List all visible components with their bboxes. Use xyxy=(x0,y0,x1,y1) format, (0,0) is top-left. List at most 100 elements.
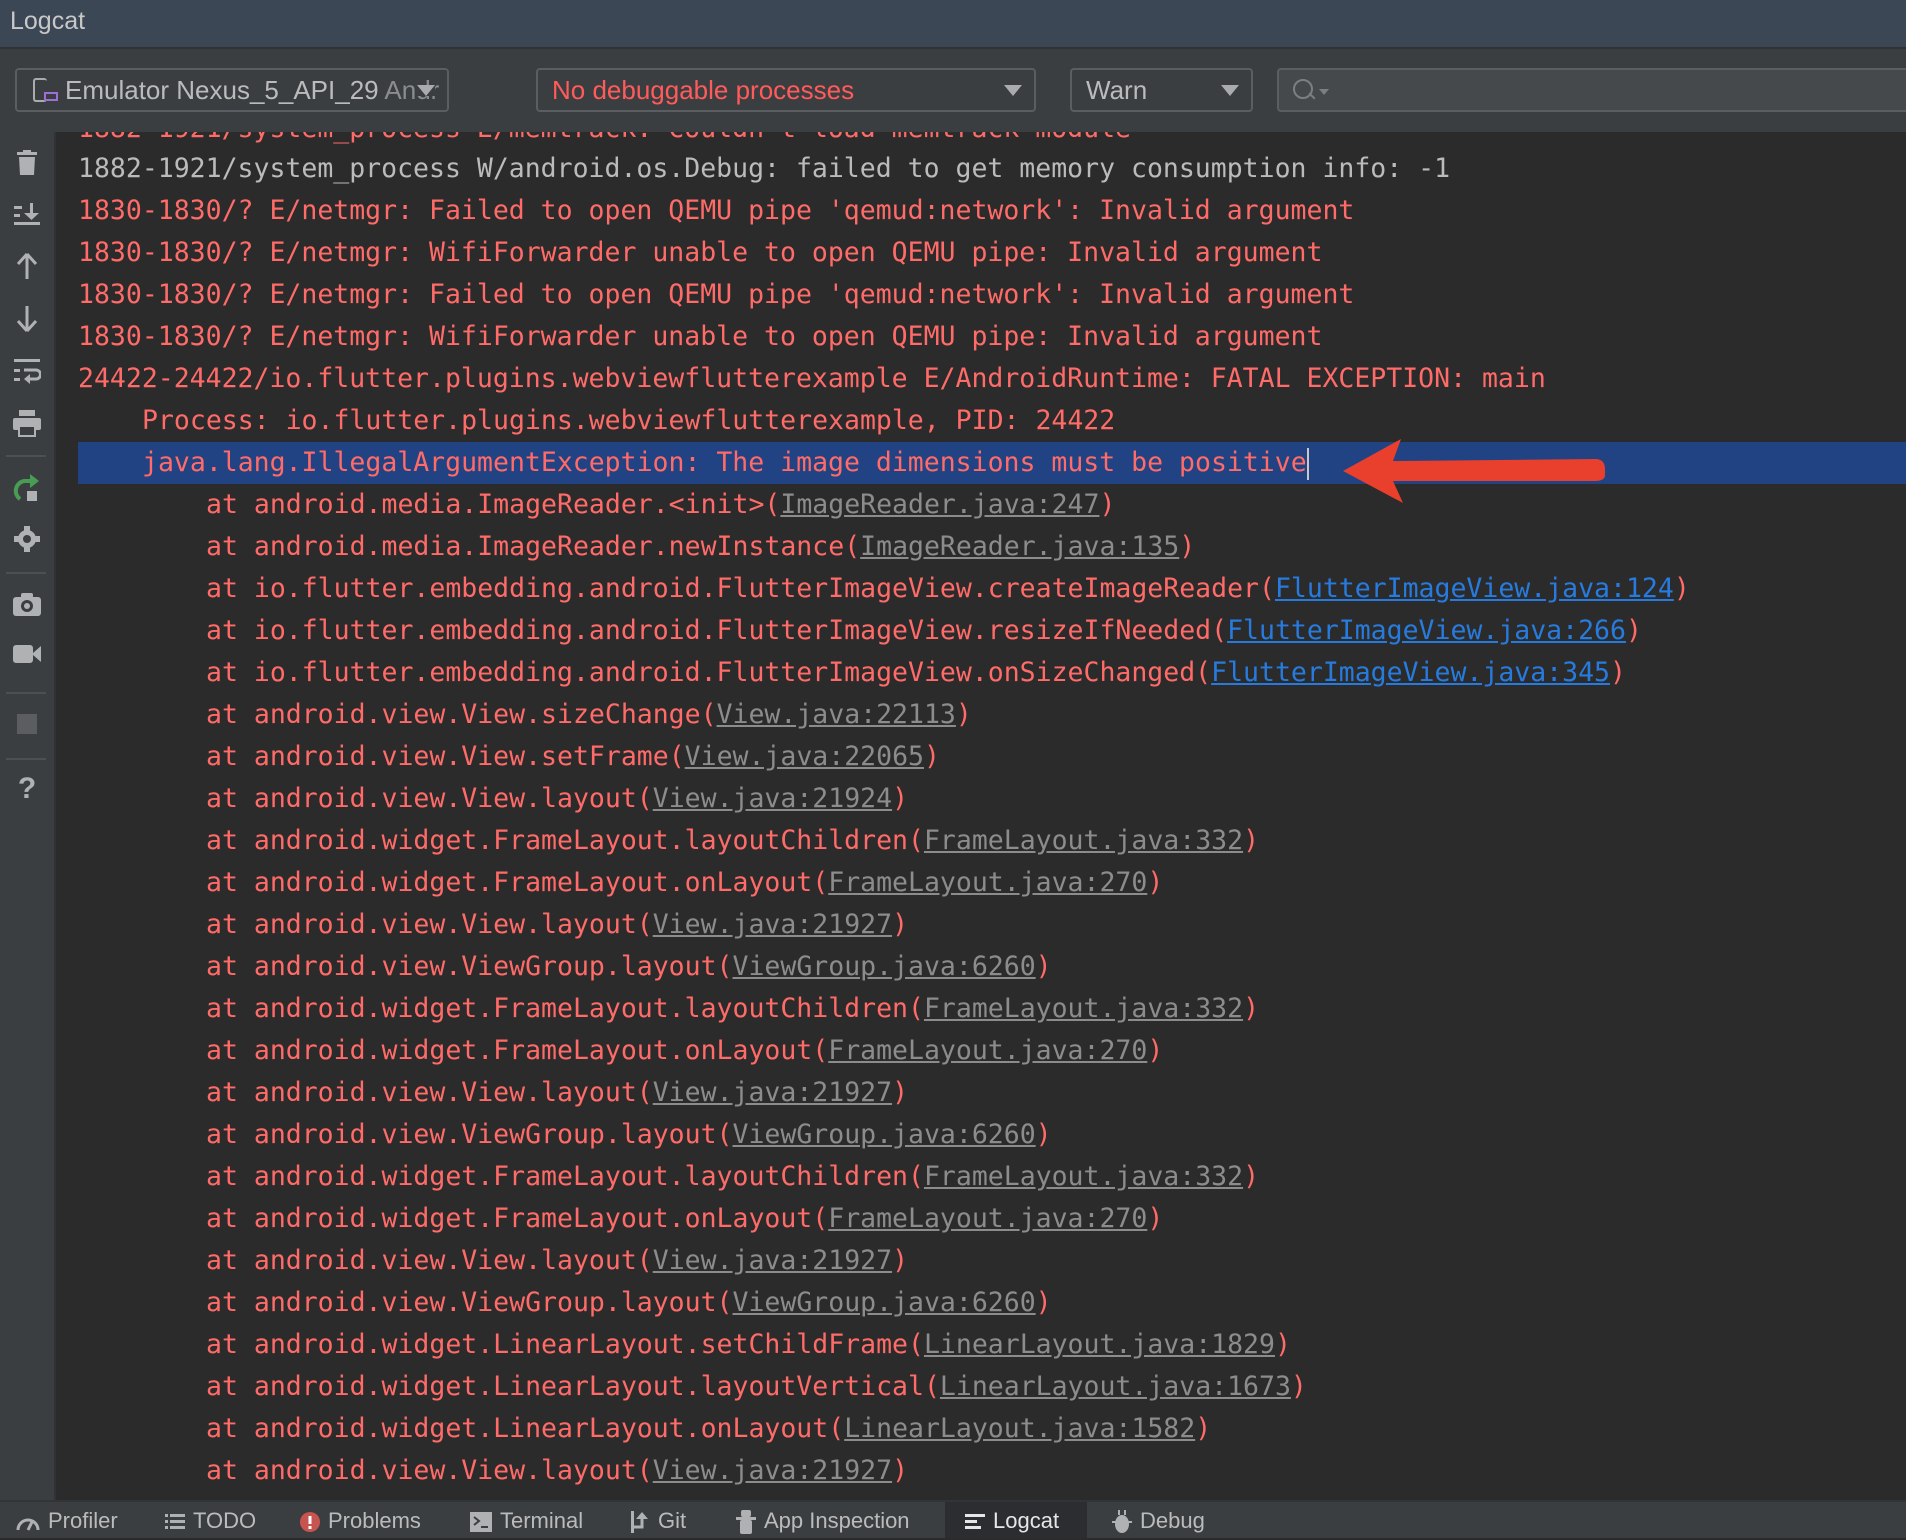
process-dropdown[interactable]: No debuggable processes xyxy=(536,68,1036,112)
logcat-output[interactable]: 1882-1921/system_process E/memtrack: Cou… xyxy=(56,132,1906,1500)
search-history-chevron-icon[interactable] xyxy=(1319,89,1329,95)
tab-profiler[interactable]: Profiler xyxy=(16,1502,118,1538)
paren: ( xyxy=(812,867,829,898)
stop-button[interactable] xyxy=(10,707,44,741)
tab-app-inspection[interactable]: App Inspection xyxy=(736,1502,910,1538)
stack-frame[interactable]: at android.widget.FrameLayout.onLayout(F… xyxy=(206,1030,1163,1072)
scroll-to-end-button[interactable] xyxy=(10,198,44,232)
stack-frame[interactable]: at android.view.View.layout(View.java:21… xyxy=(206,1450,908,1492)
source-link[interactable]: ViewGroup.java:6260 xyxy=(733,1287,1036,1318)
source-link[interactable]: View.java:21927 xyxy=(653,909,892,940)
source-link[interactable]: View.java:22065 xyxy=(685,741,924,772)
stack-frame[interactable]: at android.widget.LinearLayout.setChildF… xyxy=(206,1324,1291,1366)
source-link[interactable]: FrameLayout.java:332 xyxy=(924,825,1243,856)
source-link[interactable]: FlutterImageView.java:345 xyxy=(1211,657,1610,688)
source-link[interactable]: ViewGroup.java:6260 xyxy=(733,951,1036,982)
log-line[interactable]: 1830-1830/? E/netmgr: WifiForwarder unab… xyxy=(78,316,1322,358)
stack-frame[interactable]: at android.widget.FrameLayout.layoutChil… xyxy=(206,1156,1259,1198)
tab-debug[interactable]: Debug xyxy=(1112,1502,1205,1538)
stack-frame[interactable]: at android.view.View.layout(View.java:21… xyxy=(206,1240,908,1282)
paren: ) xyxy=(1195,1413,1212,1444)
screen-record-button[interactable] xyxy=(10,637,44,671)
stack-frame[interactable]: at android.widget.FrameLayout.layoutChil… xyxy=(206,820,1259,862)
log-line[interactable]: 1830-1830/? E/netmgr: Failed to open QEM… xyxy=(78,190,1354,232)
stack-frame[interactable]: at android.widget.FrameLayout.onLayout(F… xyxy=(206,1198,1163,1240)
stack-frame[interactable]: at android.widget.FrameLayout.onLayout(F… xyxy=(206,862,1163,904)
stack-frame[interactable]: at android.media.ImageReader.newInstance… xyxy=(206,526,1195,568)
log-line[interactable]: 1882-1921/system_process W/android.os.De… xyxy=(78,148,1450,190)
stack-frame[interactable]: at io.flutter.embedding.android.FlutterI… xyxy=(206,568,1690,610)
down-the-stack-button[interactable] xyxy=(10,302,44,336)
screen-capture-button[interactable] xyxy=(10,587,44,621)
stack-frame[interactable]: at io.flutter.embedding.android.FlutterI… xyxy=(206,610,1642,652)
stack-frame[interactable]: at io.flutter.embedding.android.FlutterI… xyxy=(206,652,1626,694)
source-link[interactable]: FrameLayout.java:332 xyxy=(924,993,1243,1024)
camera-icon xyxy=(13,593,41,616)
restart-button[interactable] xyxy=(10,470,44,504)
source-link[interactable]: ViewGroup.java:6260 xyxy=(733,1119,1036,1150)
stack-frame[interactable]: at android.widget.LinearLayout.layoutVer… xyxy=(206,1366,1307,1408)
source-link[interactable]: View.java:22113 xyxy=(717,699,956,730)
log-level-dropdown[interactable]: Warn xyxy=(1070,68,1253,112)
tab-problems[interactable]: Problems xyxy=(300,1502,421,1538)
paren: ( xyxy=(908,1329,924,1360)
stack-frame[interactable]: at android.view.View.sizeChange(View.jav… xyxy=(206,694,972,736)
stack-frame[interactable]: at android.view.ViewGroup.layout(ViewGro… xyxy=(206,1282,1052,1324)
source-link[interactable]: View.java:21927 xyxy=(653,1245,892,1276)
tab-terminal[interactable]: Terminal xyxy=(470,1502,583,1538)
paren: ( xyxy=(636,1245,653,1276)
print-button[interactable] xyxy=(10,406,44,440)
stack-frame[interactable]: at android.widget.LinearLayout.onLayout(… xyxy=(206,1408,1211,1450)
stack-frame[interactable]: at android.view.ViewGroup.layout(ViewGro… xyxy=(206,1114,1052,1156)
stack-frame[interactable]: at android.widget.FrameLayout.layoutChil… xyxy=(206,988,1259,1030)
paren: ( xyxy=(1211,615,1228,646)
source-link[interactable]: FrameLayout.java:270 xyxy=(828,867,1147,898)
settings-button[interactable] xyxy=(10,522,44,556)
log-line-process[interactable]: Process: io.flutter.plugins.webviewflutt… xyxy=(142,400,1115,442)
log-line[interactable]: 1830-1830/? E/netmgr: Failed to open QEM… xyxy=(78,274,1354,316)
source-link[interactable]: View.java:21927 xyxy=(653,1077,892,1108)
stack-frame[interactable]: at android.media.ImageReader.<init>(Imag… xyxy=(206,484,1115,526)
stack-frame-method: at android.view.View.layout xyxy=(206,1245,637,1276)
soft-wraps-button[interactable] xyxy=(10,354,44,388)
source-link[interactable]: LinearLayout.java:1829 xyxy=(924,1329,1275,1360)
source-link[interactable]: View.java:21927 xyxy=(653,1455,892,1486)
help-button[interactable]: ? xyxy=(10,772,44,806)
paren: ) xyxy=(1243,1161,1260,1192)
source-link[interactable]: FlutterImageView.java:266 xyxy=(1227,615,1626,646)
stack-frame[interactable]: at android.view.View.layout(View.java:21… xyxy=(206,904,908,946)
source-link[interactable]: FrameLayout.java:270 xyxy=(828,1035,1147,1066)
device-dropdown[interactable]: Emulator Nexus_5_API_29 Andr xyxy=(15,68,449,112)
up-the-stack-button[interactable] xyxy=(10,249,44,283)
source-link[interactable]: ImageReader.java:247 xyxy=(780,489,1099,520)
source-link[interactable]: FrameLayout.java:332 xyxy=(924,1161,1243,1192)
source-link[interactable]: LinearLayout.java:1582 xyxy=(844,1413,1195,1444)
source-link[interactable]: FlutterImageView.java:124 xyxy=(1275,573,1674,604)
stack-frame[interactable]: at android.view.View.layout(View.java:21… xyxy=(206,1072,908,1114)
gauge-icon xyxy=(16,1518,40,1531)
log-line-fatal-exception[interactable]: 24422-24422/io.flutter.plugins.webviewfl… xyxy=(78,358,1546,400)
source-link[interactable]: View.java:21924 xyxy=(653,783,892,814)
tab-logcat[interactable]: Logcat xyxy=(945,1502,1087,1538)
paren: ) xyxy=(892,1077,909,1108)
stack-frame-method: at android.media.ImageReader.newInstance xyxy=(206,531,845,562)
paren: ) xyxy=(892,783,909,814)
stack-frame[interactable]: at android.view.View.setFrame(View.java:… xyxy=(206,736,940,778)
search-input[interactable] xyxy=(1277,68,1906,112)
logcat-icon xyxy=(965,1514,985,1530)
stack-frame-method: at android.view.View.sizeChange xyxy=(206,699,701,730)
tab-todo[interactable]: TODO xyxy=(165,1502,256,1538)
tab-label: Logcat xyxy=(993,1508,1060,1533)
source-link[interactable]: FrameLayout.java:270 xyxy=(828,1203,1147,1234)
stack-frame[interactable]: at android.view.ViewGroup.layout(ViewGro… xyxy=(206,946,1052,988)
log-line-exception-selected[interactable]: java.lang.IllegalArgumentException: The … xyxy=(142,442,1309,484)
tab-git[interactable]: Git xyxy=(630,1502,686,1538)
stack-frame-method: at android.view.ViewGroup.layout xyxy=(206,951,717,982)
stack-frame-method: at android.widget.FrameLayout.layoutChil… xyxy=(206,825,908,856)
source-link[interactable]: LinearLayout.java:1673 xyxy=(940,1371,1291,1402)
paren: ( xyxy=(1259,573,1275,604)
log-line[interactable]: 1830-1830/? E/netmgr: WifiForwarder unab… xyxy=(78,232,1322,274)
clear-logcat-button[interactable] xyxy=(10,146,44,180)
source-link[interactable]: ImageReader.java:135 xyxy=(860,531,1179,562)
stack-frame[interactable]: at android.view.View.layout(View.java:21… xyxy=(206,778,908,820)
